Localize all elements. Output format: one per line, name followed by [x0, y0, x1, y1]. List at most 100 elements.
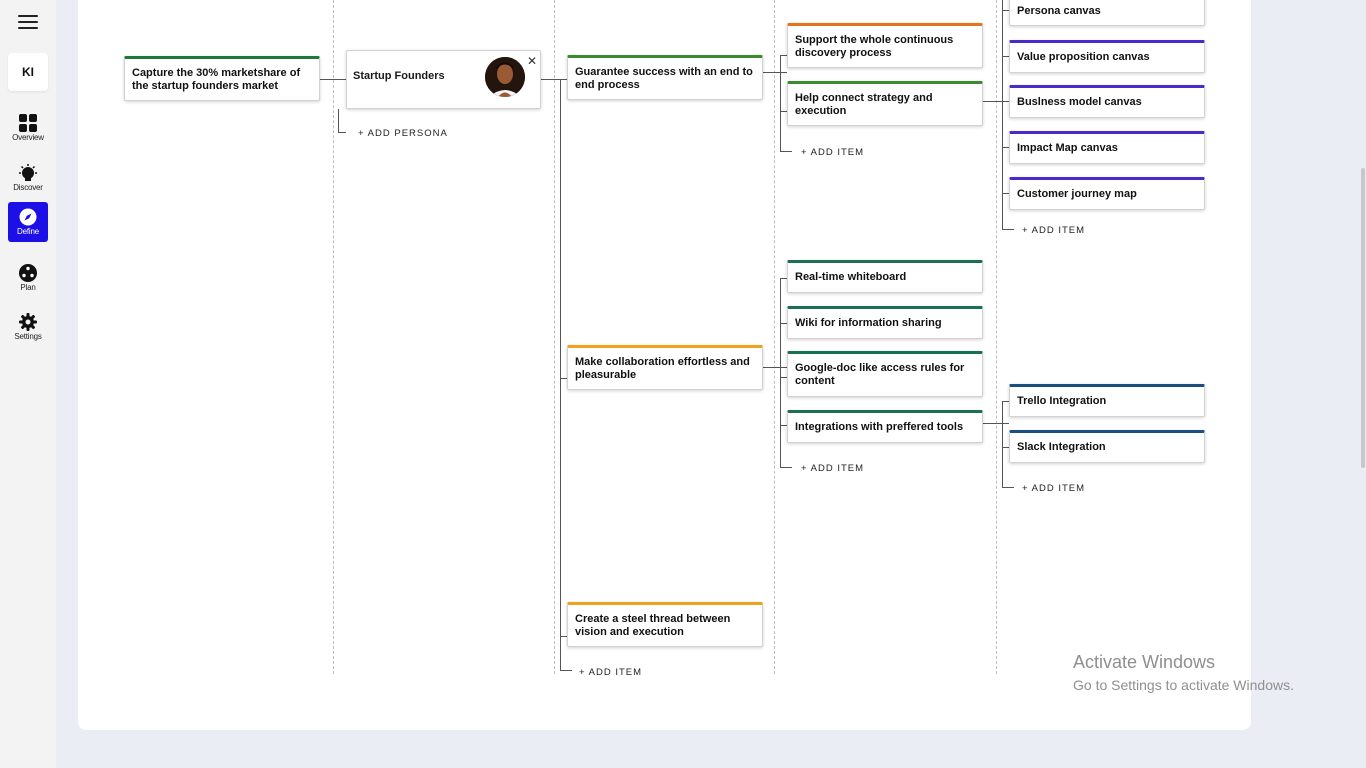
feature-card[interactable]: Support the whole continuous discovery p… — [787, 23, 983, 68]
column-separator — [333, 0, 334, 674]
deliverable-card[interactable]: Buslness model canvas — [1009, 85, 1205, 118]
outcome-card[interactable]: Make collaboration effortless and pleasu… — [567, 345, 763, 390]
goal-text: Capture the 30% marketshare of the start… — [132, 66, 301, 92]
connector — [560, 650, 572, 671]
connector — [320, 79, 346, 80]
connector — [763, 367, 787, 368]
sidebar: KI Overview Discover Define Plan Setting… — [0, 0, 56, 768]
column-separator — [774, 0, 775, 674]
add-item-button[interactable]: + ADD ITEM — [801, 147, 864, 158]
connector — [560, 636, 567, 637]
vertical-scrollbar[interactable] — [1361, 168, 1365, 468]
deliverable-text: Buslness model canvas — [1017, 96, 1142, 108]
outcome-text: Guarantee success with an end to end pro… — [575, 65, 753, 91]
connector — [763, 72, 787, 73]
deliverable-card[interactable]: Customer journey map — [1009, 177, 1205, 210]
feature-card[interactable]: Wiki for information sharing — [787, 306, 983, 339]
deliverable-card[interactable]: Slack Integration — [1009, 430, 1205, 463]
connector — [1002, 447, 1009, 448]
add-persona-button[interactable]: + ADD PERSONA — [358, 128, 448, 139]
persona-card[interactable]: Startup Founders ✕ — [346, 50, 541, 109]
connector — [983, 101, 1009, 102]
connector — [1002, 218, 1014, 230]
connector — [780, 278, 781, 468]
add-item-button[interactable]: + ADD ITEM — [579, 667, 642, 678]
feature-text: Real-time whiteboard — [795, 271, 907, 283]
gear-icon — [19, 313, 37, 331]
outcome-text: Make collaboration effortless and pleasu… — [575, 355, 750, 381]
avatar — [485, 57, 525, 97]
add-item-button[interactable]: + ADD ITEM — [801, 463, 864, 474]
feature-card[interactable]: Google-doc like access rules for content — [787, 351, 983, 397]
feature-card[interactable]: Help connect strategy and execution — [787, 81, 983, 126]
connector — [1002, 10, 1009, 11]
connector — [1002, 56, 1009, 57]
nav-plan-label: Plan — [20, 283, 36, 292]
connector — [780, 55, 787, 56]
connector — [780, 456, 792, 468]
nav-overview-label: Overview — [12, 133, 44, 142]
connector — [983, 423, 1009, 424]
grid-icon — [19, 114, 37, 132]
deliverable-text: Trello Integration — [1017, 395, 1107, 407]
workspace-avatar[interactable]: KI — [8, 53, 48, 91]
connector — [780, 111, 787, 112]
deliverable-text: Value proposition canvas — [1017, 51, 1150, 63]
outcome-card[interactable]: Create a steel thread between vision and… — [567, 602, 763, 647]
connector — [1002, 401, 1003, 488]
activate-windows-title: Activate Windows — [1073, 652, 1216, 672]
connector — [780, 425, 787, 426]
connector — [338, 109, 346, 133]
connector — [1002, 0, 1003, 230]
deliverable-text: Impact Map canvas — [1017, 142, 1118, 154]
connector — [1002, 476, 1014, 488]
connector — [780, 377, 787, 378]
feature-text: Wiki for information sharing — [795, 317, 942, 329]
deliverable-card[interactable]: Value proposition canvas — [1009, 40, 1205, 73]
connector — [1002, 193, 1009, 194]
deliverable-text: Customer journey map — [1017, 188, 1137, 200]
impact-map-board: Capture the 30% marketshare of the start… — [78, 0, 1251, 730]
deliverable-text: Slack Integration — [1017, 441, 1106, 453]
feature-text: Support the whole continuous discovery p… — [795, 33, 954, 59]
connector — [560, 378, 567, 379]
connector — [780, 278, 787, 279]
outcome-text: Create a steel thread between vision and… — [575, 612, 731, 638]
connector — [1002, 147, 1009, 148]
add-item-button[interactable]: + ADD ITEM — [1022, 225, 1085, 236]
activate-windows-subtitle: Go to Settings to activate Windows. — [1073, 677, 1294, 693]
connector — [1002, 401, 1009, 402]
hamburger-menu-icon[interactable] — [18, 15, 38, 29]
connector — [780, 55, 781, 150]
nodes-icon — [19, 264, 37, 282]
deliverable-card[interactable]: Impact Map canvas — [1009, 131, 1205, 164]
deliverable-card[interactable]: Persona canvas — [1009, 0, 1205, 26]
feature-card[interactable]: Real-time whiteboard — [787, 260, 983, 293]
deliverable-card[interactable]: Trello Integration — [1009, 384, 1205, 417]
feature-text: Integrations with preffered tools — [795, 421, 964, 433]
nav-plan[interactable]: Plan — [8, 258, 48, 298]
feature-text: Google-doc like access rules for content — [795, 362, 965, 387]
lightbulb-icon — [19, 164, 37, 181]
deliverable-text: Persona canvas — [1017, 4, 1101, 17]
feature-card[interactable]: Integrations with preffered tools — [787, 410, 983, 443]
feature-text: Help connect strategy and execution — [795, 91, 933, 117]
persona-name: Startup Founders — [353, 70, 445, 82]
column-separator — [554, 0, 555, 674]
connector — [780, 140, 792, 152]
compass-icon — [19, 208, 37, 226]
nav-discover-label: Discover — [13, 183, 43, 192]
nav-settings-label: Settings — [14, 332, 42, 341]
outcome-card[interactable]: Guarantee success with an end to end pro… — [567, 55, 763, 100]
add-item-button[interactable]: + ADD ITEM — [1022, 483, 1085, 494]
nav-settings[interactable]: Settings — [8, 307, 48, 347]
nav-overview[interactable]: Overview — [8, 108, 48, 148]
connector — [560, 79, 561, 661]
goal-card[interactable]: Capture the 30% marketshare of the start… — [124, 56, 320, 101]
nav-define[interactable]: Define — [8, 202, 48, 242]
nav-discover[interactable]: Discover — [8, 158, 48, 198]
connector — [780, 323, 787, 324]
connector — [541, 79, 567, 80]
nav-define-label: Define — [17, 227, 39, 236]
close-icon[interactable]: ✕ — [527, 54, 537, 68]
